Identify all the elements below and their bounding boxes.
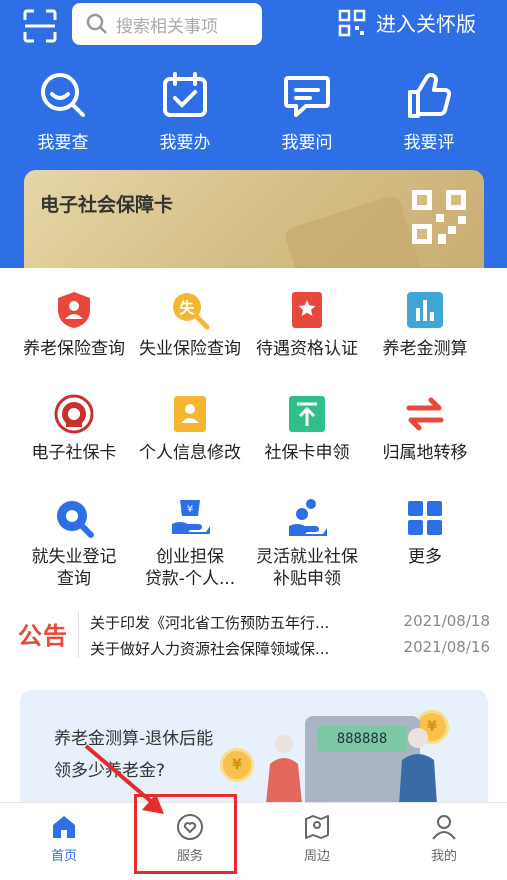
quick-action-rate[interactable]: 我要评 (384, 70, 474, 153)
bookmark-star-icon (292, 292, 322, 328)
tab-label: 服务 (176, 849, 203, 864)
qr-scan-icon (338, 9, 366, 36)
service-startup-loan[interactable]: ¥ 创业担保 贷款-个人... (127, 498, 253, 590)
tab-service[interactable]: 服务 (150, 813, 230, 864)
svg-text:失: 失 (179, 299, 195, 317)
service-qualification-cert[interactable]: 待遇资格认证 (244, 290, 370, 360)
coin-icon: ¥ (220, 748, 254, 782)
service-pension-calc[interactable]: 养老金测算 (362, 290, 488, 360)
calendar-check-icon (163, 72, 207, 117)
search-smile-icon (41, 73, 85, 117)
service-label-line2: 贷款-个人... (144, 569, 236, 589)
emblem-icon (54, 394, 94, 434)
service-label-line1: 灵活就业社保 (256, 547, 358, 567)
tab-label: 周边 (303, 849, 330, 864)
id-card-icon (174, 396, 206, 432)
service-flexible-subsidy[interactable]: 灵活就业社保 补贴申领 (244, 498, 370, 590)
announcement-date: 2021/08/18 (403, 612, 490, 630)
service-label-line1: 创业担保 (156, 547, 224, 567)
service-pension-query[interactable]: 养老保险查询 (11, 290, 137, 360)
announcement-date: 2021/08/16 (403, 638, 490, 656)
search-input[interactable]: 搜索相关事项 (72, 3, 262, 45)
user-icon (432, 815, 456, 840)
scan-icon[interactable] (22, 8, 58, 44)
search-circle-icon (57, 501, 94, 538)
service-label: 个人信息修改 (139, 443, 241, 463)
service-info-edit[interactable]: 个人信息修改 (127, 394, 253, 464)
hand-person-icon (289, 499, 327, 536)
service-transfer[interactable]: 归属地转移 (362, 394, 488, 464)
quick-action-search[interactable]: 我要查 (18, 70, 108, 153)
social-security-card[interactable]: 电子社会保障卡 (24, 170, 484, 280)
service-label-line1: 就失业登记 (31, 547, 117, 567)
service-label: 更多 (408, 547, 442, 567)
care-mode-label: 进入关怀版 (376, 12, 476, 36)
service-label: 养老保险查询 (23, 339, 125, 359)
grid-icon (408, 501, 442, 535)
tab-label: 首页 (50, 849, 77, 864)
heart-circle-icon (177, 814, 203, 840)
announcement-title: 关于印发《河北省工伤预防五年行... (90, 614, 330, 632)
service-label: 归属地转移 (382, 443, 468, 463)
bottom-tab-bar: 首页 服务 周边 我的 (0, 802, 507, 880)
quick-action-handle[interactable]: 我要办 (140, 70, 230, 153)
service-label: 电子社保卡 (31, 443, 117, 463)
search-icon (86, 13, 107, 34)
service-label-line2: 补贴申领 (273, 569, 341, 589)
banner-line1: 养老金测算-退休后能 (54, 729, 214, 749)
service-label: 待遇资格认证 (256, 339, 358, 359)
quick-action-label: 我要评 (403, 133, 455, 153)
divider (78, 612, 79, 658)
quick-action-label: 我要查 (37, 133, 89, 153)
hand-yen-icon: ¥ (172, 500, 210, 534)
svg-text:¥: ¥ (187, 504, 193, 515)
announcement-item[interactable]: 关于做好人力资源社会保障领域保... 2021/08/16 (90, 638, 490, 659)
bar-chart-icon (407, 292, 443, 328)
announcement-item[interactable]: 关于印发《河北省工伤预防五年行... 2021/08/18 (90, 612, 490, 633)
tab-home[interactable]: 首页 (24, 813, 104, 864)
service-label: 养老金测算 (382, 339, 468, 359)
quick-action-label: 我要问 (281, 133, 333, 153)
magnifier-shi-icon: 失 (173, 293, 210, 330)
announcement-title: 关于做好人力资源社会保障领域保... (90, 640, 330, 658)
home-icon (53, 816, 75, 838)
transfer-arrows-icon (406, 397, 444, 431)
banner-line2: 领多少养老金? (54, 761, 166, 781)
service-label-line2: 查询 (57, 569, 91, 589)
top-header: 搜索相关事项 进入关怀版 我要查 我要办 我要问 我要评 电子社会保障卡 (0, 0, 507, 280)
service-employment-registration[interactable]: 就失业登记 查询 (11, 498, 137, 590)
service-e-social-card[interactable]: 电子社保卡 (11, 394, 137, 464)
service-more[interactable]: 更多 (362, 498, 488, 568)
tab-nearby[interactable]: 周边 (277, 813, 357, 864)
search-placeholder: 搜索相关事项 (116, 16, 218, 37)
tab-label: 我的 (430, 849, 457, 864)
service-label: 失业保险查询 (139, 339, 241, 359)
announcement-logo: 公告 (18, 622, 68, 650)
service-card-apply[interactable]: 社保卡申领 (244, 394, 370, 464)
quick-action-ask[interactable]: 我要问 (262, 70, 352, 153)
shield-person-icon (58, 292, 90, 328)
chat-bubble-icon (284, 76, 330, 117)
service-unemployment-query[interactable]: 失 失业保险查询 (127, 290, 253, 360)
care-mode-button[interactable]: 进入关怀版 (338, 8, 476, 37)
pension-calc-banner[interactable]: 养老金测算-退休后能 领多少养老金? ¥ ¥ 888888 (20, 690, 488, 820)
announcement-bar[interactable]: 公告 关于印发《河北省工伤预防五年行... 2021/08/18 关于做好人力资… (18, 612, 490, 660)
upload-icon (289, 396, 325, 432)
qr-code-icon[interactable] (412, 190, 466, 244)
map-icon (305, 815, 329, 839)
thumbs-up-icon (408, 73, 452, 118)
quick-action-label: 我要办 (159, 133, 211, 153)
card-title: 电子社会保障卡 (40, 194, 174, 216)
tab-mine[interactable]: 我的 (404, 813, 484, 864)
service-label: 社保卡申领 (264, 443, 350, 463)
